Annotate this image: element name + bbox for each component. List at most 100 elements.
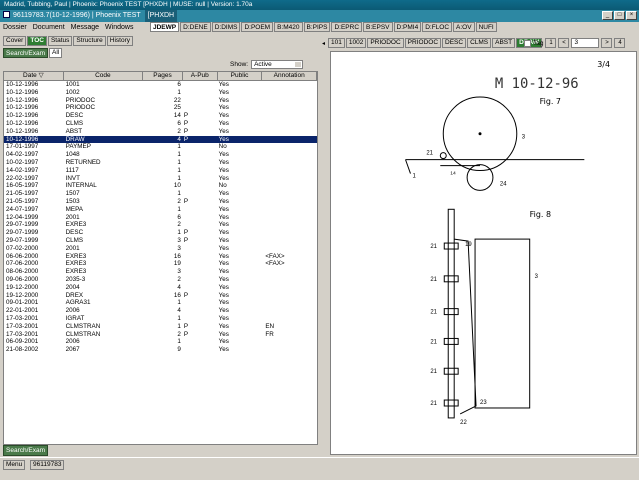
all-button[interactable]: All <box>49 48 63 58</box>
table-row[interactable]: 22-02-1997 INVT 1 Yes <box>4 175 317 183</box>
table-row[interactable]: 10-12-1996 DRAW 4 P Yes <box>4 135 317 144</box>
table-row[interactable]: 21-08-2002 2067 9 Yes <box>4 346 317 354</box>
doc-tab-8[interactable]: D:PMI4 <box>393 22 422 32</box>
doc-tab-1[interactable]: D:DENE <box>180 22 211 32</box>
table-row[interactable]: 07-02-2000 2001 3 Yes <box>4 245 317 253</box>
cell-annotation <box>262 143 317 151</box>
doc-tab-3[interactable]: D:POEM <box>241 22 274 32</box>
cell-apub: P <box>183 112 189 120</box>
cell-annotation <box>262 120 317 128</box>
cell-apub <box>183 307 218 315</box>
minimize-icon[interactable]: _ <box>602 11 613 20</box>
doc-tab-5[interactable]: B:PIPS <box>303 22 331 32</box>
table-row[interactable]: 16-05-1997 INTERNAL 10 No <box>4 182 317 190</box>
tab-toc[interactable]: TOC <box>27 36 47 46</box>
tab-history[interactable]: History <box>106 36 133 46</box>
table-row[interactable]: 10-12-1996 1001 6 Yes <box>4 81 317 89</box>
table-row[interactable]: 10-02-1997 RETURNED 1 Yes <box>4 159 317 167</box>
cell-apub: P <box>183 127 189 135</box>
menu-button[interactable]: Menu <box>3 460 26 470</box>
doc-tab-7[interactable]: B:EPSV <box>363 22 393 32</box>
menu-document[interactable]: Document <box>30 22 68 33</box>
table-row[interactable]: 21-05-1997 1503 2 P Yes <box>4 198 317 206</box>
table-row[interactable]: 29-07-1999 CLMS 3 P Yes <box>4 237 317 245</box>
cell-date: 21-05-1997 <box>6 197 39 205</box>
table-row[interactable]: 09-01-2001 AGRA31 1 Yes <box>4 299 317 307</box>
cell-pages: 4 <box>177 135 181 143</box>
col-date[interactable]: Date ▽ <box>4 72 64 80</box>
doc-tab-4[interactable]: B:M420 <box>274 22 303 32</box>
table-row[interactable]: 10-12-1996 1002 1 Yes <box>4 89 317 97</box>
doc-page-tab-3[interactable]: PRIODOC <box>404 38 442 48</box>
table-row[interactable]: 08-06-2000 EXRE3 3 Yes <box>4 268 317 276</box>
tab-status[interactable]: Status <box>47 36 73 46</box>
cell-apub <box>183 315 218 323</box>
doc-tab-11[interactable]: NUFI <box>475 22 497 32</box>
left-tabs: Cover TOC Status Structure History <box>3 36 134 46</box>
cell-code: CLMS <box>65 236 84 244</box>
doc-page-tab-1[interactable]: 1002 <box>345 38 367 48</box>
prev-page-icon[interactable]: < <box>558 38 570 48</box>
first-page-value[interactable]: 1 <box>545 38 557 48</box>
doc-page-tab-5[interactable]: CLMS <box>467 38 492 48</box>
search-exam-button[interactable]: Search/Exam <box>3 48 49 58</box>
close-icon[interactable]: × <box>626 11 637 20</box>
table-row[interactable]: 17-03-2001 IGRAT 1 Yes <box>4 315 317 323</box>
cell-public: Yes <box>218 135 229 143</box>
table-row[interactable]: 06-09-2001 2006 1 Yes <box>4 338 317 346</box>
col-annotation[interactable]: Annotation <box>262 72 317 80</box>
doc-tab-0[interactable]: JDEWP <box>150 22 180 32</box>
table-row[interactable]: 21-05-1997 1507 1 Yes <box>4 190 317 198</box>
show-select[interactable]: Active <box>251 60 304 69</box>
menu-dossier[interactable]: Dossier <box>0 22 30 33</box>
table-row[interactable]: 10-12-1996 PRIODOC 22 Yes <box>4 97 317 105</box>
doc-tab-6[interactable]: D:EPRC <box>331 22 363 32</box>
doc-tab-2[interactable]: D:DIMS <box>211 22 241 32</box>
col-public[interactable]: Public <box>218 72 263 80</box>
page-input[interactable]: 3 <box>571 38 600 48</box>
col-pages[interactable]: Pages <box>143 72 183 80</box>
doc-page-tab-4[interactable]: DESC <box>442 38 467 48</box>
table-row[interactable]: 19-12-2000 2004 4 Yes <box>4 284 317 292</box>
table-row[interactable]: 17-01-1997 PAYMEP 1 No <box>4 143 317 151</box>
cell-code: INTERNAL <box>65 182 97 190</box>
tab-cover[interactable]: Cover <box>3 36 27 46</box>
doc-page-tab-0[interactable]: 101 <box>328 38 345 48</box>
cell-date: 21-08-2002 <box>6 346 39 354</box>
cell-code: 1001 <box>65 81 80 88</box>
search-exam-tab[interactable]: Search/Exam <box>3 445 49 456</box>
table-row[interactable]: 10-12-1996 CLMS 6 P Yes <box>4 120 317 128</box>
maximize-icon[interactable]: □ <box>614 11 625 20</box>
table-row[interactable]: 17-03-2001 CLMSTRAN 1 P Yes EN <box>4 323 317 331</box>
table-row[interactable]: 29-07-1999 EXRE3 2 Yes <box>4 221 317 229</box>
doc-page-tab-2[interactable]: PRIODOC <box>367 38 404 48</box>
table-row[interactable]: 24-07-1997 MEPA 1 Yes <box>4 206 317 214</box>
table-row[interactable]: 04-02-1997 1048 1 Yes <box>4 151 317 159</box>
table-row[interactable]: 14-02-1997 1117 1 Yes <box>4 167 317 175</box>
cell-date: 08-06-2000 <box>6 268 39 276</box>
table-row[interactable]: 29-07-1999 DESC 1 P Yes <box>4 229 317 237</box>
doc-page-tab-6[interactable]: ABST <box>492 38 516 48</box>
table-row[interactable]: 12-04-1999 2001 6 Yes <box>4 214 317 222</box>
table-row[interactable]: 19-12-2000 DREX 16 P Yes <box>4 292 317 300</box>
next-page-icon[interactable]: > <box>601 38 613 48</box>
table-row[interactable]: 10-12-1996 PRIODOC 25 Yes <box>4 104 317 112</box>
col-apub[interactable]: A-Pub <box>183 72 218 80</box>
table-row[interactable]: 10-12-1996 ABST 2 P Yes <box>4 128 317 136</box>
doc-tab-9[interactable]: D:FLOC <box>422 22 453 32</box>
table-row[interactable]: 22-01-2001 2006 4 Yes <box>4 307 317 315</box>
table-row[interactable]: 06-06-2000 EXRE3 16 Yes <FAX> <box>4 253 317 261</box>
tag-checkbox[interactable] <box>524 39 531 47</box>
table-row[interactable]: 09-06-2000 2035-3 2 Yes <box>4 276 317 284</box>
cell-annotation <box>262 237 317 245</box>
menu-message[interactable]: Message <box>68 22 102 33</box>
case-button[interactable]: 96119783 <box>30 460 65 470</box>
doc-tab-10[interactable]: A:OV <box>453 22 475 32</box>
table-row[interactable]: 10-12-1996 DESC 14 P Yes <box>4 112 317 120</box>
tab-structure[interactable]: Structure <box>73 36 106 46</box>
cell-annotation <box>262 89 317 97</box>
table-row[interactable]: 07-06-2000 EXRE3 19 Yes <FAX> <box>4 260 317 268</box>
menu-windows[interactable]: Windows <box>102 22 136 33</box>
col-code[interactable]: Code <box>64 72 144 80</box>
table-row[interactable]: 17-03-2001 CLMSTRAN 2 P Yes FR <box>4 331 317 339</box>
